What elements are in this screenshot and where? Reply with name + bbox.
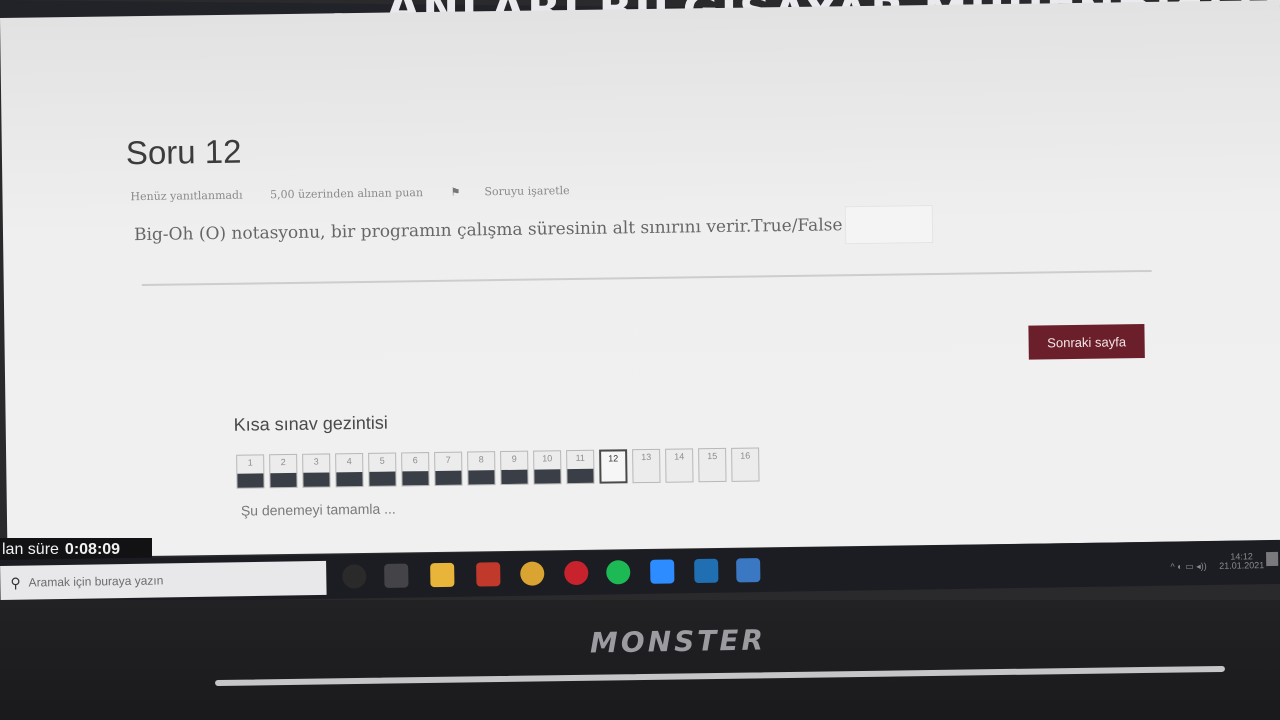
question-status: Henüz yanıtlanmadı [130,188,243,204]
answer-input[interactable] [844,205,933,245]
task-view-icon[interactable] [384,563,409,588]
question-text: Big-Oh (O) notasyonu, bir programın çalı… [133,215,843,246]
system-tray: ^ ◐ ▭ ◂)) 14:12 21.01.2021 [1170,551,1265,572]
quiz-nav-button[interactable]: 1 [236,454,265,489]
quiz-nav-number: 9 [511,453,517,464]
quiz-nav-button[interactable]: 9 [500,450,529,486]
chrome-icon[interactable] [520,561,545,586]
quiz-nav-number: 6 [412,455,418,466]
quiz-nav-button[interactable]: 14 [665,448,694,483]
tray-icons[interactable]: ^ ◐ ▭ ◂)) [1170,561,1206,572]
quiz-nav-button[interactable]: 13 [632,448,661,484]
divider [141,269,1152,287]
quiz-page: Soru 12 Henüz yanıtlanmadı 5,00 üzerinde… [0,0,1280,558]
clock[interactable]: 14:12 21.01.2021 [1219,551,1265,571]
next-page-button[interactable]: Sonraki sayfa [1028,324,1145,360]
brand-logo: MONSTER [589,623,767,660]
pinterest-icon[interactable] [564,560,589,586]
notification-icon[interactable] [1266,551,1279,567]
quiz-nav-number: 15 [707,451,718,462]
quiz-nav-button[interactable]: 4 [335,452,364,488]
quiz-nav-number: 12 [608,453,619,464]
game-app-icon[interactable] [476,562,501,587]
quiz-nav-number: 4 [346,456,352,467]
laptop-bezel [0,600,1280,720]
quiz-nav-button[interactable]: 3 [302,453,331,488]
quiz-nav-number: 10 [542,453,553,464]
quiz-nav-number: 7 [445,454,451,465]
quiz-nav-button[interactable]: 2 [269,453,298,489]
clock-date: 21.01.2021 [1219,560,1265,571]
search-placeholder: Aramak için buraya yazın [28,573,164,590]
search-icon: ⚲ [10,574,21,591]
question-title: Soru 12 [125,132,242,172]
quiz-navigation: 1 2 3 4 5 6 7 8 9 10 11 12 13 14 15 16 [236,447,764,489]
quiz-nav-button[interactable]: 8 [467,451,496,486]
quiz-nav-button[interactable]: 15 [698,447,727,483]
quiz-nav-button[interactable]: 12 [599,449,628,484]
quiz-nav-number: 1 [247,457,253,468]
file-explorer-icon[interactable] [430,562,455,588]
question-points: 5,00 üzerinden alınan puan [269,186,424,202]
time-left-label: lan süre [2,541,59,558]
app-icon[interactable] [694,558,719,584]
question-text-row: Big-Oh (O) notasyonu, bir programın çalı… [134,205,933,254]
zoom-icon[interactable] [650,559,675,584]
quiz-nav-number: 8 [478,454,484,465]
quiz-nav-button[interactable]: 5 [368,452,397,487]
flag-label: Soruyu işaretle [484,184,570,199]
finish-attempt-link[interactable]: Şu denemeyi tamamla ... [241,501,396,519]
quiz-nav-button[interactable]: 10 [533,450,562,485]
quiz-nav-button[interactable]: 7 [434,451,463,486]
taskbar-search[interactable]: ⚲ Aramak için buraya yazın [0,560,327,600]
quiz-nav-number: 5 [379,455,385,466]
quiz-nav-button[interactable]: 6 [401,452,430,487]
flag-icon: ⚑ [450,185,461,199]
quiz-nav-number: 16 [740,450,751,461]
quiz-navigation-title: Kısa sınav gezintisi [233,412,388,435]
quiz-nav-button[interactable]: 16 [731,447,760,482]
flag-question-link[interactable]: ⚑ Soruyu işaretle [450,184,593,199]
spotify-icon[interactable] [606,560,631,585]
question-meta: Henüz yanıtlanmadı 5,00 üzerinden alınan… [130,183,617,203]
quiz-nav-number: 2 [280,457,286,468]
time-left-value: 0:08:09 [64,541,121,558]
quiz-nav-number: 13 [641,451,652,463]
cortana-icon[interactable] [342,564,367,589]
quiz-nav-number: 11 [575,452,585,464]
quiz-nav-button[interactable]: 11 [566,449,595,485]
window-icon[interactable] [736,558,761,583]
quiz-nav-number: 3 [313,456,319,467]
quiz-nav-number: 14 [674,451,685,462]
